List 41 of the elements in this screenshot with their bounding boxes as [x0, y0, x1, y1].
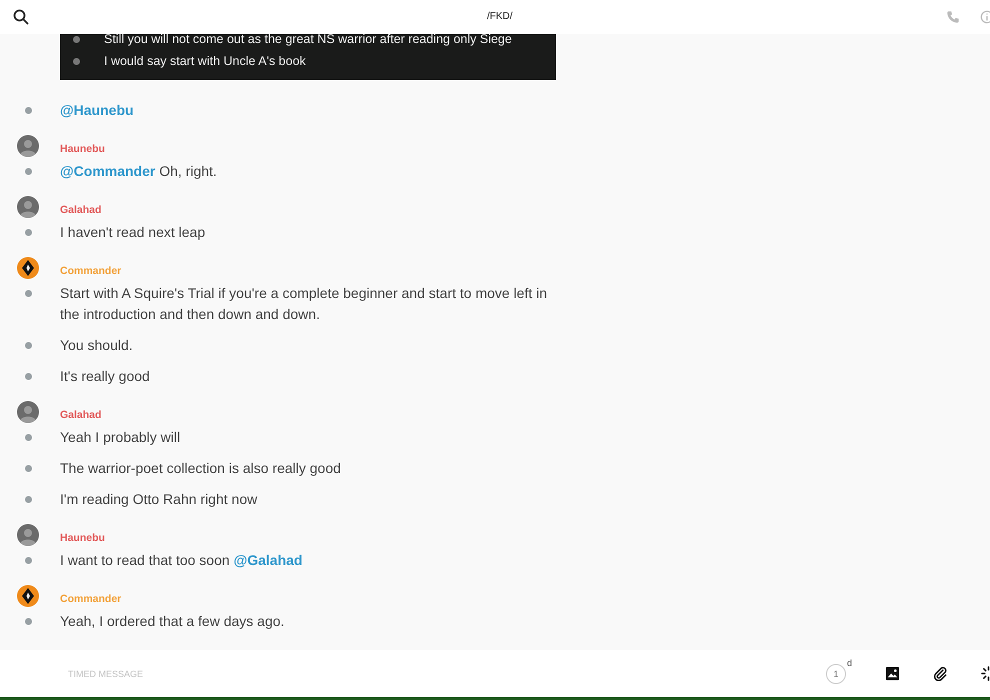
message-text: You should.	[60, 336, 134, 355]
bullet-dot	[25, 290, 32, 297]
avatar-icon[interactable]	[17, 257, 39, 279]
bullet-dot	[25, 168, 32, 175]
message-text: @Commander Oh, right.	[60, 162, 218, 181]
bullet-dot	[25, 557, 32, 564]
bullet-dot	[73, 36, 80, 42]
message-text: I'm reading Otto Rahn right now	[60, 490, 258, 509]
chat-title: /FKD/	[487, 11, 513, 22]
paperclip-icon[interactable]	[933, 666, 948, 681]
bullet-dot	[25, 618, 32, 625]
message-text: I would say start with Uncle A's book	[104, 54, 306, 68]
bullet-dot	[25, 373, 32, 380]
search-icon[interactable]	[13, 9, 29, 25]
author-name[interactable]: Haunebu	[60, 143, 105, 155]
bullet-dot	[25, 496, 32, 503]
image-icon[interactable]	[885, 666, 900, 681]
bullet-dot	[73, 58, 80, 64]
author-name[interactable]: Haunebu	[60, 532, 105, 544]
avatar-icon[interactable]	[17, 585, 39, 607]
mention-link[interactable]: @Commander	[60, 163, 156, 179]
author-name[interactable]: Commander	[60, 265, 122, 277]
bullet-dot	[25, 434, 32, 441]
mention-link[interactable]: @Galahad	[234, 552, 302, 568]
message-text: Still you will not come out as the great NS warrior after reading only Siege	[104, 34, 512, 46]
message-input[interactable]: TIMED MESSAGE	[60, 664, 676, 682]
author-name[interactable]: Galahad	[60, 409, 102, 421]
message-text: I want to read that too soon @Galahad	[60, 551, 304, 570]
message-text: Start with A Squire's Trial if you're a complete beginner and start to move left in the introduction and then down and down.	[60, 284, 548, 324]
message-text: It's really good	[60, 367, 151, 386]
bullet-dot	[25, 465, 32, 472]
message-text: Yeah, I ordered that a few days ago.	[60, 612, 286, 631]
mention-link[interactable]: @Haunebu	[60, 102, 134, 118]
message-text: I haven't read next leap	[60, 223, 206, 242]
bullet-dot	[25, 107, 32, 114]
bullet-dot	[25, 229, 32, 236]
author-name[interactable]: Commander	[60, 593, 122, 605]
bullet-dot	[25, 342, 32, 349]
message-text: The warrior-poet collection is also really good	[60, 459, 342, 478]
message-text: Yeah I probably will	[60, 428, 182, 447]
author-name[interactable]: Galahad	[60, 204, 102, 216]
